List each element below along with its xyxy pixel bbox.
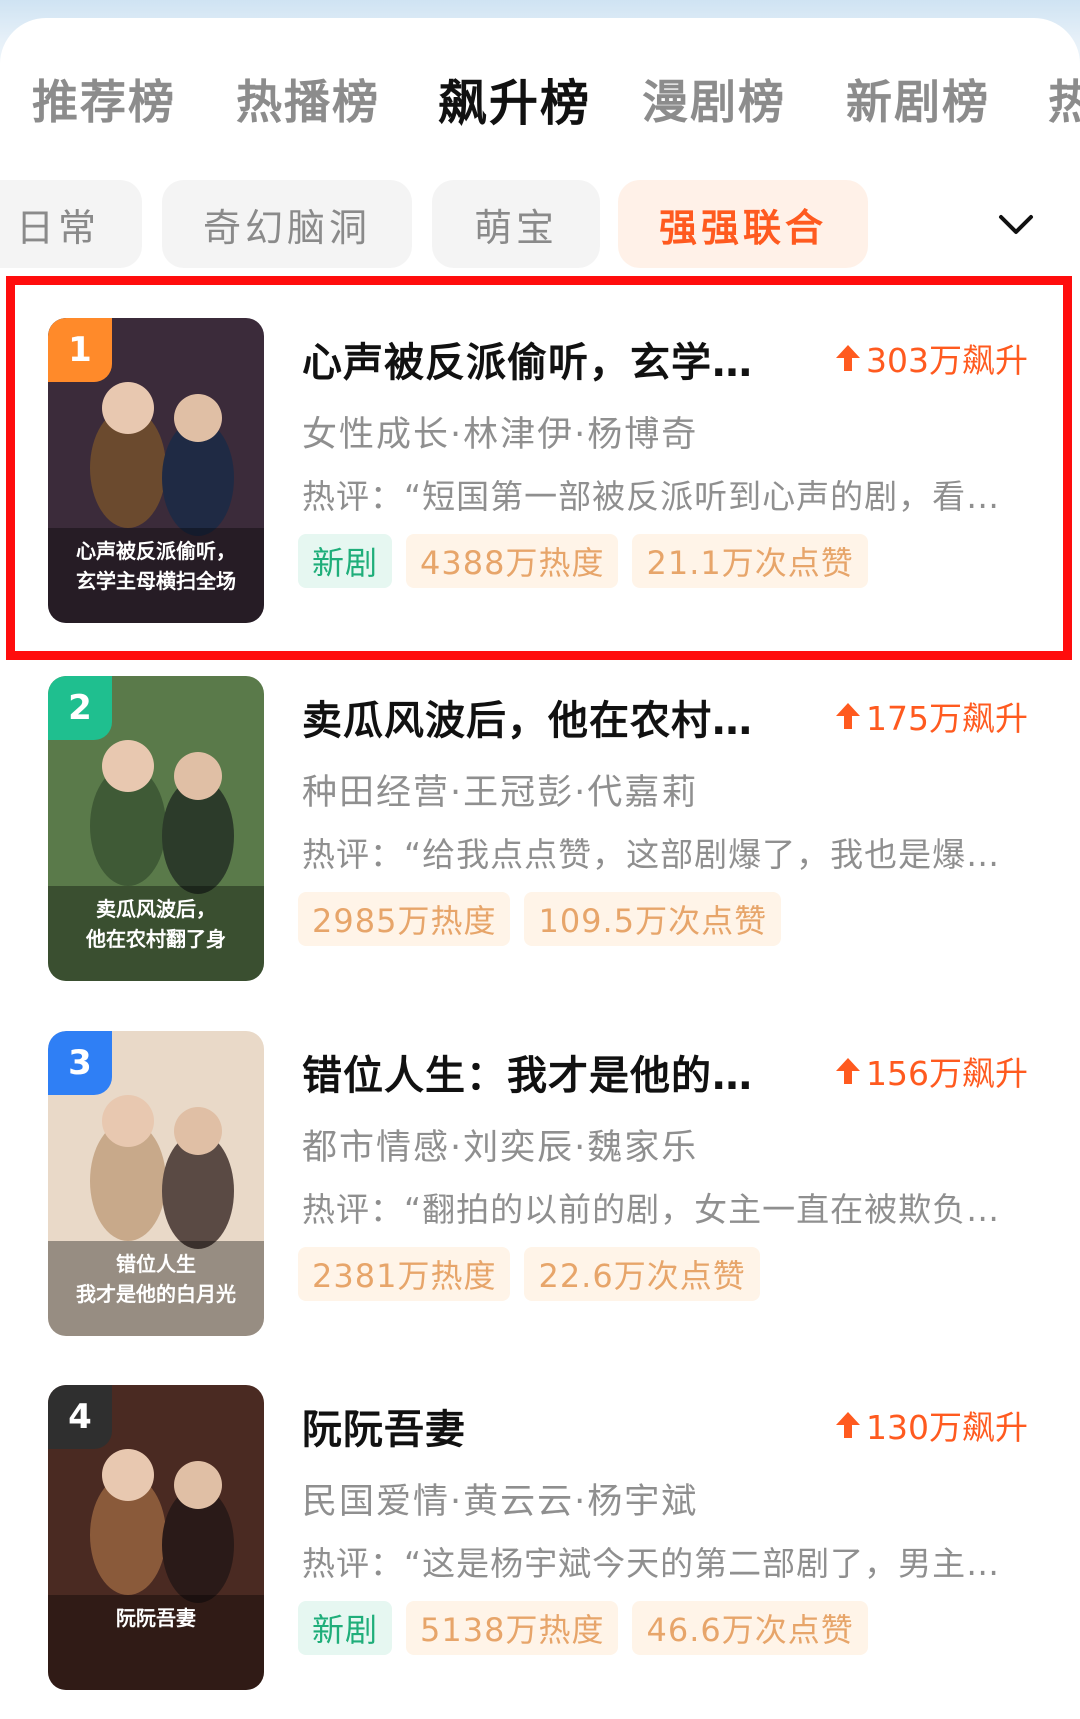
rank-badge: 1 — [48, 318, 112, 382]
tag-row: 2985万热度 109.5万次点赞 — [298, 892, 782, 946]
tab-comic[interactable]: 漫剧榜 — [642, 66, 786, 132]
chip-label: 萌宝 — [473, 205, 558, 250]
tag-row: 新剧 5138万热度 46.6万次点赞 — [298, 1601, 868, 1655]
ranking-tabs: 推荐榜 热播榜 飙升榜 漫剧榜 新剧榜 热 — [0, 48, 1080, 148]
stat-tag: 5138万热度 — [406, 1601, 619, 1655]
stat-tag: 2985万热度 — [298, 892, 511, 946]
poster-image[interactable]: 卖瓜风波后， 他在农村翻了身 2 — [48, 676, 264, 981]
rise-indicator: 156万飙升 — [834, 1047, 1028, 1095]
drama-title[interactable]: 心声被反派偷听，玄学… — [302, 330, 753, 388]
stat-tag: 2381万热度 — [298, 1247, 511, 1301]
rise-value: 303万飙升 — [866, 341, 1028, 380]
stat-tag: 46.6万次点赞 — [632, 1601, 868, 1655]
drama-meta: 种田经营·王冠彭·代嘉莉 — [302, 773, 699, 813]
hot-comment: 热评：“这是杨宇斌今天的第二部剧了，男主… — [302, 1544, 1001, 1583]
list-item[interactable]: 心声被反派偷听， 玄学主母横扫全场 1 心声被反派偷听，玄学… 303万飙升 女… — [0, 318, 1080, 638]
new-drama-tag: 新剧 — [298, 534, 393, 588]
chip-label: 奇幻脑洞 — [202, 205, 371, 250]
poster-title-line: 我才是他的白月光 — [76, 1282, 236, 1306]
drama-title[interactable]: 阮阮吾妻 — [302, 1397, 466, 1455]
stat-tag: 109.5万次点赞 — [524, 892, 782, 946]
chip-strong-alliance[interactable]: 强强联合 — [618, 180, 868, 268]
drama-meta: 都市情感·刘奕辰·魏家乐 — [302, 1128, 699, 1168]
rise-value: 130万飙升 — [866, 1408, 1028, 1447]
hot-comment: 热评：“短国第一部被反派听到心声的剧，看… — [302, 477, 1001, 516]
chip-daily[interactable]: 日常 — [0, 180, 142, 268]
chip-fantasy[interactable]: 奇幻脑洞 — [162, 180, 412, 268]
chip-cute-baby[interactable]: 萌宝 — [432, 180, 600, 268]
poster-image[interactable]: 错位人生 我才是他的白月光 3 — [48, 1031, 264, 1336]
poster-image[interactable]: 阮阮吾妻 4 — [48, 1385, 264, 1690]
chevron-down-icon[interactable] — [996, 205, 1036, 245]
rise-indicator: 175万飙升 — [834, 692, 1028, 740]
tab-new[interactable]: 新剧榜 — [846, 66, 990, 132]
arrow-up-icon — [836, 1412, 860, 1438]
drama-title[interactable]: 卖瓜风波后，他在农村… — [302, 688, 753, 746]
tab-rising[interactable]: 飙升榜 — [438, 64, 591, 135]
list-item[interactable]: 卖瓜风波后， 他在农村翻了身 2 卖瓜风波后，他在农村… 175万飙升 种田经营… — [0, 676, 1080, 996]
hot-comment: 热评：“给我点点赞，这部剧爆了，我也是爆… — [302, 835, 1001, 874]
rise-indicator: 303万飙升 — [834, 334, 1028, 382]
list-item[interactable]: 阮阮吾妻 4 阮阮吾妻 130万飙升 民国爱情·黄云云·杨宇斌 热评：“这是杨宇… — [0, 1385, 1080, 1705]
hot-comment: 热评：“翻拍的以前的剧，女主一直在被欺负… — [302, 1190, 1001, 1229]
rank-badge: 4 — [48, 1385, 112, 1449]
drama-meta: 女性成长·林津伊·杨博奇 — [302, 415, 699, 455]
new-drama-tag: 新剧 — [298, 1601, 393, 1655]
rise-value: 156万飙升 — [866, 1054, 1028, 1093]
poster-title-line: 卖瓜风波后， — [96, 897, 216, 921]
list-item[interactable]: 错位人生 我才是他的白月光 3 错位人生：我才是他的… 156万飙升 都市情感·… — [0, 1031, 1080, 1351]
rise-value: 175万飙升 — [866, 699, 1028, 738]
arrow-up-icon — [836, 1058, 860, 1084]
poster-title-line: 他在农村翻了身 — [85, 927, 226, 951]
tag-row: 新剧 4388万热度 21.1万次点赞 — [298, 534, 868, 588]
arrow-up-icon — [836, 703, 860, 729]
stat-tag: 21.1万次点赞 — [632, 534, 868, 588]
rank-badge: 2 — [48, 676, 112, 740]
tab-recommended[interactable]: 推荐榜 — [32, 66, 176, 132]
poster-image[interactable]: 心声被反派偷听， 玄学主母横扫全场 1 — [48, 318, 264, 623]
tag-row: 2381万热度 22.6万次点赞 — [298, 1247, 760, 1301]
chip-label: 日常 — [15, 205, 100, 250]
poster-title-line: 心声被反派偷听， — [76, 539, 236, 563]
rank-badge: 3 — [48, 1031, 112, 1095]
rise-indicator: 130万飙升 — [834, 1401, 1028, 1449]
drama-title[interactable]: 错位人生：我才是他的… — [302, 1043, 753, 1101]
tab-hot[interactable]: 热播榜 — [236, 66, 380, 132]
arrow-up-icon — [836, 345, 860, 371]
stat-tag: 22.6万次点赞 — [524, 1247, 760, 1301]
poster-title-line: 玄学主母横扫全场 — [76, 569, 236, 593]
category-chips: 日常 奇幻脑洞 萌宝 强强联合 — [0, 180, 1080, 270]
chip-label: 强强联合 — [658, 205, 827, 250]
poster-title-line: 阮阮吾妻 — [116, 1606, 196, 1630]
drama-meta: 民国爱情·黄云云·杨宇斌 — [302, 1482, 699, 1522]
tab-more[interactable]: 热 — [1048, 66, 1080, 132]
stat-tag: 4388万热度 — [406, 534, 619, 588]
poster-title-line: 错位人生 — [116, 1252, 196, 1276]
